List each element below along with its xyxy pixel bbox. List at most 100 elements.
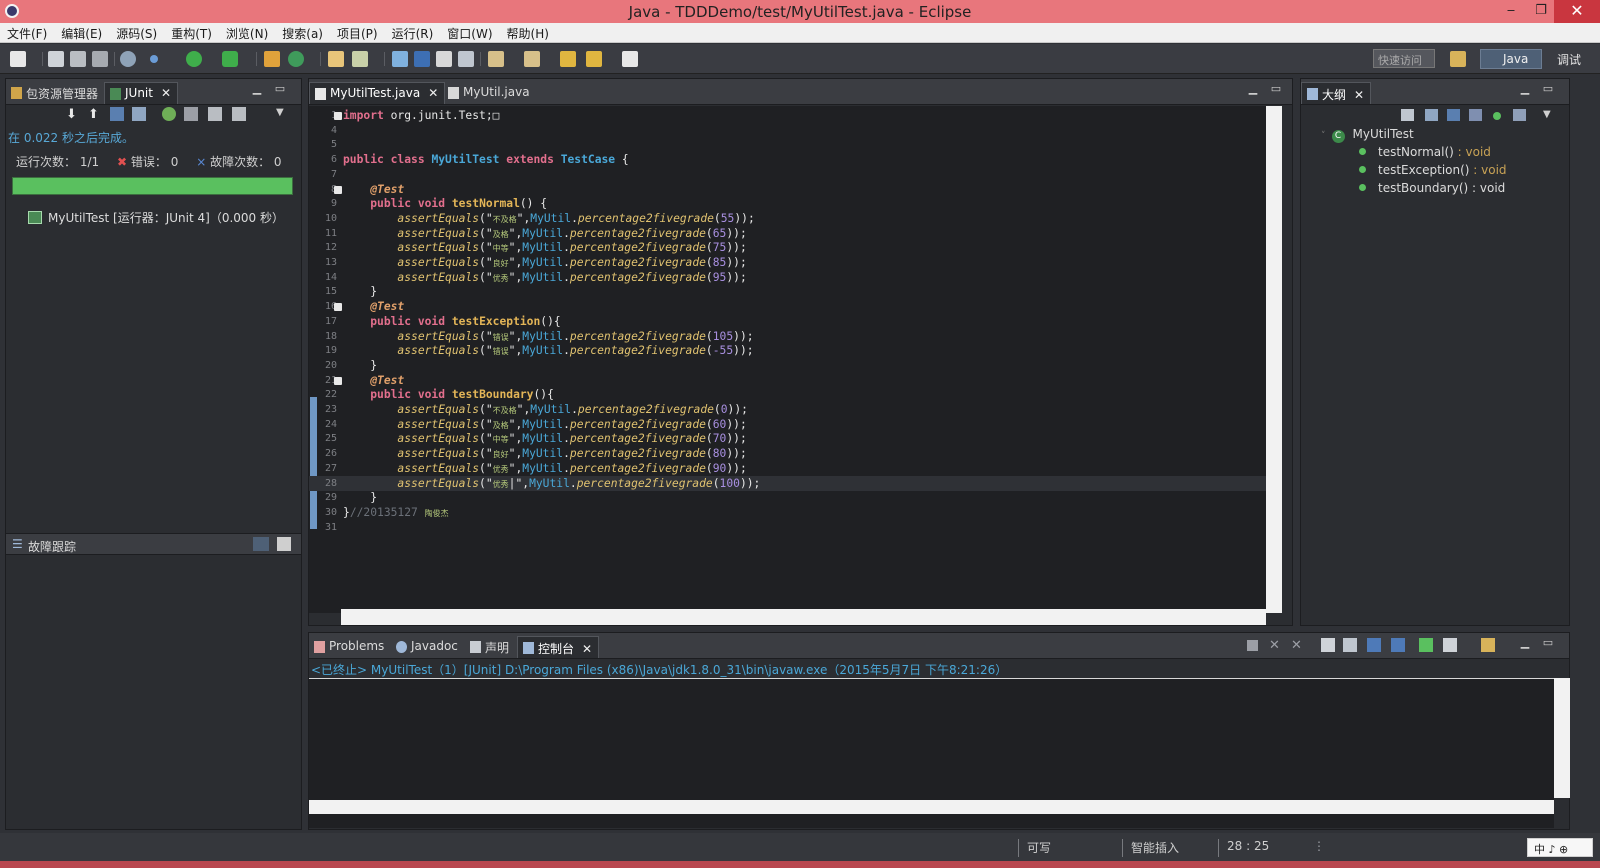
- code-line[interactable]: 17 public void testException(){: [309, 314, 1282, 329]
- minimize-icon[interactable]: ▁: [1519, 83, 1531, 96]
- minimize-icon[interactable]: ▁: [1519, 637, 1531, 650]
- next-annotation-icon[interactable]: [488, 51, 504, 67]
- code-line[interactable]: 9 public void testNormal() {: [309, 196, 1282, 211]
- menu-window[interactable]: 窗口(W): [440, 23, 499, 42]
- code-line[interactable]: 16 @Test: [309, 299, 1282, 314]
- menu-help[interactable]: 帮助(H): [500, 23, 556, 42]
- filter-stack-icon[interactable]: [253, 537, 269, 551]
- outline-class-node[interactable]: ˅ C MyUtilTest: [1321, 127, 1414, 143]
- new-icon[interactable]: [10, 51, 26, 67]
- close-tab-icon[interactable]: ✕: [161, 86, 171, 100]
- show-whitespace-icon[interactable]: [458, 51, 474, 67]
- compare-result-icon[interactable]: [277, 537, 291, 551]
- rerun-failed-first-icon[interactable]: [184, 107, 198, 121]
- code-line[interactable]: 22 public void testBoundary(){: [309, 387, 1282, 402]
- menu-navigate[interactable]: 浏览(N): [219, 23, 275, 42]
- code-line[interactable]: 26 assertEquals("良好",MyUtil.percentage2f…: [309, 446, 1282, 461]
- hide-fields-icon[interactable]: [1447, 109, 1460, 121]
- rerun-test-icon[interactable]: [162, 107, 176, 121]
- console-vertical-scrollbar[interactable]: [1554, 678, 1570, 798]
- outline-method-node[interactable]: testBoundary() : void: [1359, 181, 1505, 195]
- pin-console-icon[interactable]: [1419, 638, 1433, 652]
- hide-static-icon[interactable]: [1469, 109, 1482, 121]
- code-line[interactable]: 23 assertEquals("不及格",MyUtil.percentage2…: [309, 402, 1282, 417]
- code-line[interactable]: 15 }: [309, 284, 1282, 299]
- code-line[interactable]: 21 @Test: [309, 373, 1282, 388]
- code-line[interactable]: 29 }: [309, 490, 1282, 505]
- perspective-java-button[interactable]: Java: [1480, 49, 1542, 69]
- code-line[interactable]: 25 assertEquals("中等",MyUtil.percentage2f…: [309, 431, 1282, 446]
- code-line[interactable]: 8 @Test: [309, 182, 1282, 197]
- run-icon[interactable]: [186, 51, 202, 67]
- search-icon[interactable]: [352, 51, 368, 67]
- print-icon[interactable]: [92, 51, 108, 67]
- fold-toggle-icon[interactable]: [334, 303, 342, 312]
- code-line[interactable]: 20 }: [309, 358, 1282, 373]
- debug-icon[interactable]: [150, 55, 158, 63]
- tab-junit[interactable]: JUnit ✕: [104, 82, 179, 104]
- open-type-icon[interactable]: [328, 51, 344, 67]
- tab-myutil-java[interactable]: MyUtil.java: [443, 82, 536, 104]
- new-class-icon[interactable]: [288, 51, 304, 67]
- code-line[interactable]: 19 assertEquals("错误",MyUtil.percentage2f…: [309, 343, 1282, 358]
- maximize-icon[interactable]: ▭: [1542, 83, 1554, 96]
- close-tab-icon[interactable]: ✕: [582, 642, 592, 656]
- external-tools-icon[interactable]: [222, 51, 238, 67]
- menu-file[interactable]: 文件(F): [0, 23, 54, 42]
- code-line[interactable]: 13 assertEquals("良好",MyUtil.percentage2f…: [309, 255, 1282, 270]
- menu-run[interactable]: 运行(R): [385, 23, 441, 42]
- hide-local-types-icon[interactable]: [1513, 109, 1526, 121]
- skip-breakpoints-icon[interactable]: [120, 51, 136, 67]
- junit-tree-item[interactable]: MyUtilTest [运行器：JUnit 4]（0.000 秒）: [28, 209, 284, 226]
- perspective-debug-button[interactable]: 调试: [1545, 51, 1581, 68]
- hide-nonpublic-icon[interactable]: [1493, 112, 1501, 120]
- fold-toggle-icon[interactable]: [334, 185, 342, 194]
- minimize-button[interactable]: ‒: [1496, 0, 1526, 23]
- expand-chevron-icon[interactable]: ˅: [1321, 131, 1326, 141]
- view-menu-icon[interactable]: ▼: [276, 107, 290, 121]
- code-line[interactable]: 31: [309, 520, 1282, 535]
- remove-launch-icon[interactable]: ✕: [1269, 638, 1280, 653]
- display-console-icon[interactable]: [1443, 638, 1457, 652]
- minimize-icon[interactable]: ▁: [251, 83, 263, 96]
- code-line[interactable]: 10 assertEquals("不及格",MyUtil.percentage2…: [309, 211, 1282, 226]
- save-all-icon[interactable]: [70, 51, 86, 67]
- menu-source[interactable]: 源码(S): [109, 23, 164, 42]
- test-run-history-icon[interactable]: [232, 107, 246, 121]
- menu-project[interactable]: 项目(P): [330, 23, 385, 42]
- code-line[interactable]: 18 assertEquals("错误",MyUtil.percentage2f…: [309, 329, 1282, 344]
- code-line[interactable]: 28 assertEquals("优秀|",MyUtil.percentage2…: [309, 475, 1282, 491]
- scroll-lock-icon[interactable]: [132, 107, 146, 121]
- menu-refactor[interactable]: 重构(T): [164, 23, 219, 42]
- code-line[interactable]: 12 assertEquals("中等",MyUtil.percentage2f…: [309, 240, 1282, 255]
- menu-search[interactable]: 搜索(a): [275, 23, 330, 42]
- code-line[interactable]: 1 import org.junit.Test;□: [309, 108, 1282, 123]
- outline-method-node[interactable]: testNormal() : void: [1359, 145, 1491, 159]
- sort-icon[interactable]: [1425, 109, 1438, 121]
- tab-myutiltest-java[interactable]: MyUtilTest.java ✕: [309, 82, 446, 104]
- maximize-icon[interactable]: ▭: [1542, 637, 1554, 650]
- open-console-icon[interactable]: [1481, 638, 1495, 652]
- ime-indicator[interactable]: 中 ♪ ⊕: [1527, 838, 1593, 857]
- tab-package-explorer[interactable]: 包资源管理器: [6, 82, 104, 104]
- next-failure-icon[interactable]: ⬇: [66, 107, 80, 122]
- console-horizontal-scrollbar[interactable]: [309, 800, 1554, 814]
- previous-annotation-icon[interactable]: [524, 51, 540, 67]
- tab-declaration[interactable]: 声明: [465, 636, 515, 658]
- save-icon[interactable]: [48, 51, 64, 67]
- block-selection-icon[interactable]: [436, 51, 452, 67]
- editor-vertical-scrollbar[interactable]: [1266, 106, 1282, 613]
- show-failures-only-icon[interactable]: [110, 107, 124, 121]
- code-line[interactable]: 30}//20135127 陶俊杰: [309, 505, 1282, 520]
- fold-toggle-icon[interactable]: [334, 376, 342, 385]
- mark-occurrences-icon[interactable]: [414, 51, 430, 67]
- code-line[interactable]: 5: [309, 137, 1282, 152]
- code-line[interactable]: 4: [309, 123, 1282, 138]
- code-line[interactable]: 7: [309, 167, 1282, 182]
- scroll-lock-icon[interactable]: [1343, 638, 1357, 652]
- forward-icon[interactable]: [622, 51, 638, 67]
- annotation-icon[interactable]: [392, 51, 408, 67]
- stop-icon[interactable]: [208, 107, 222, 121]
- clear-console-icon[interactable]: [1321, 638, 1335, 652]
- new-java-project-icon[interactable]: [264, 51, 280, 67]
